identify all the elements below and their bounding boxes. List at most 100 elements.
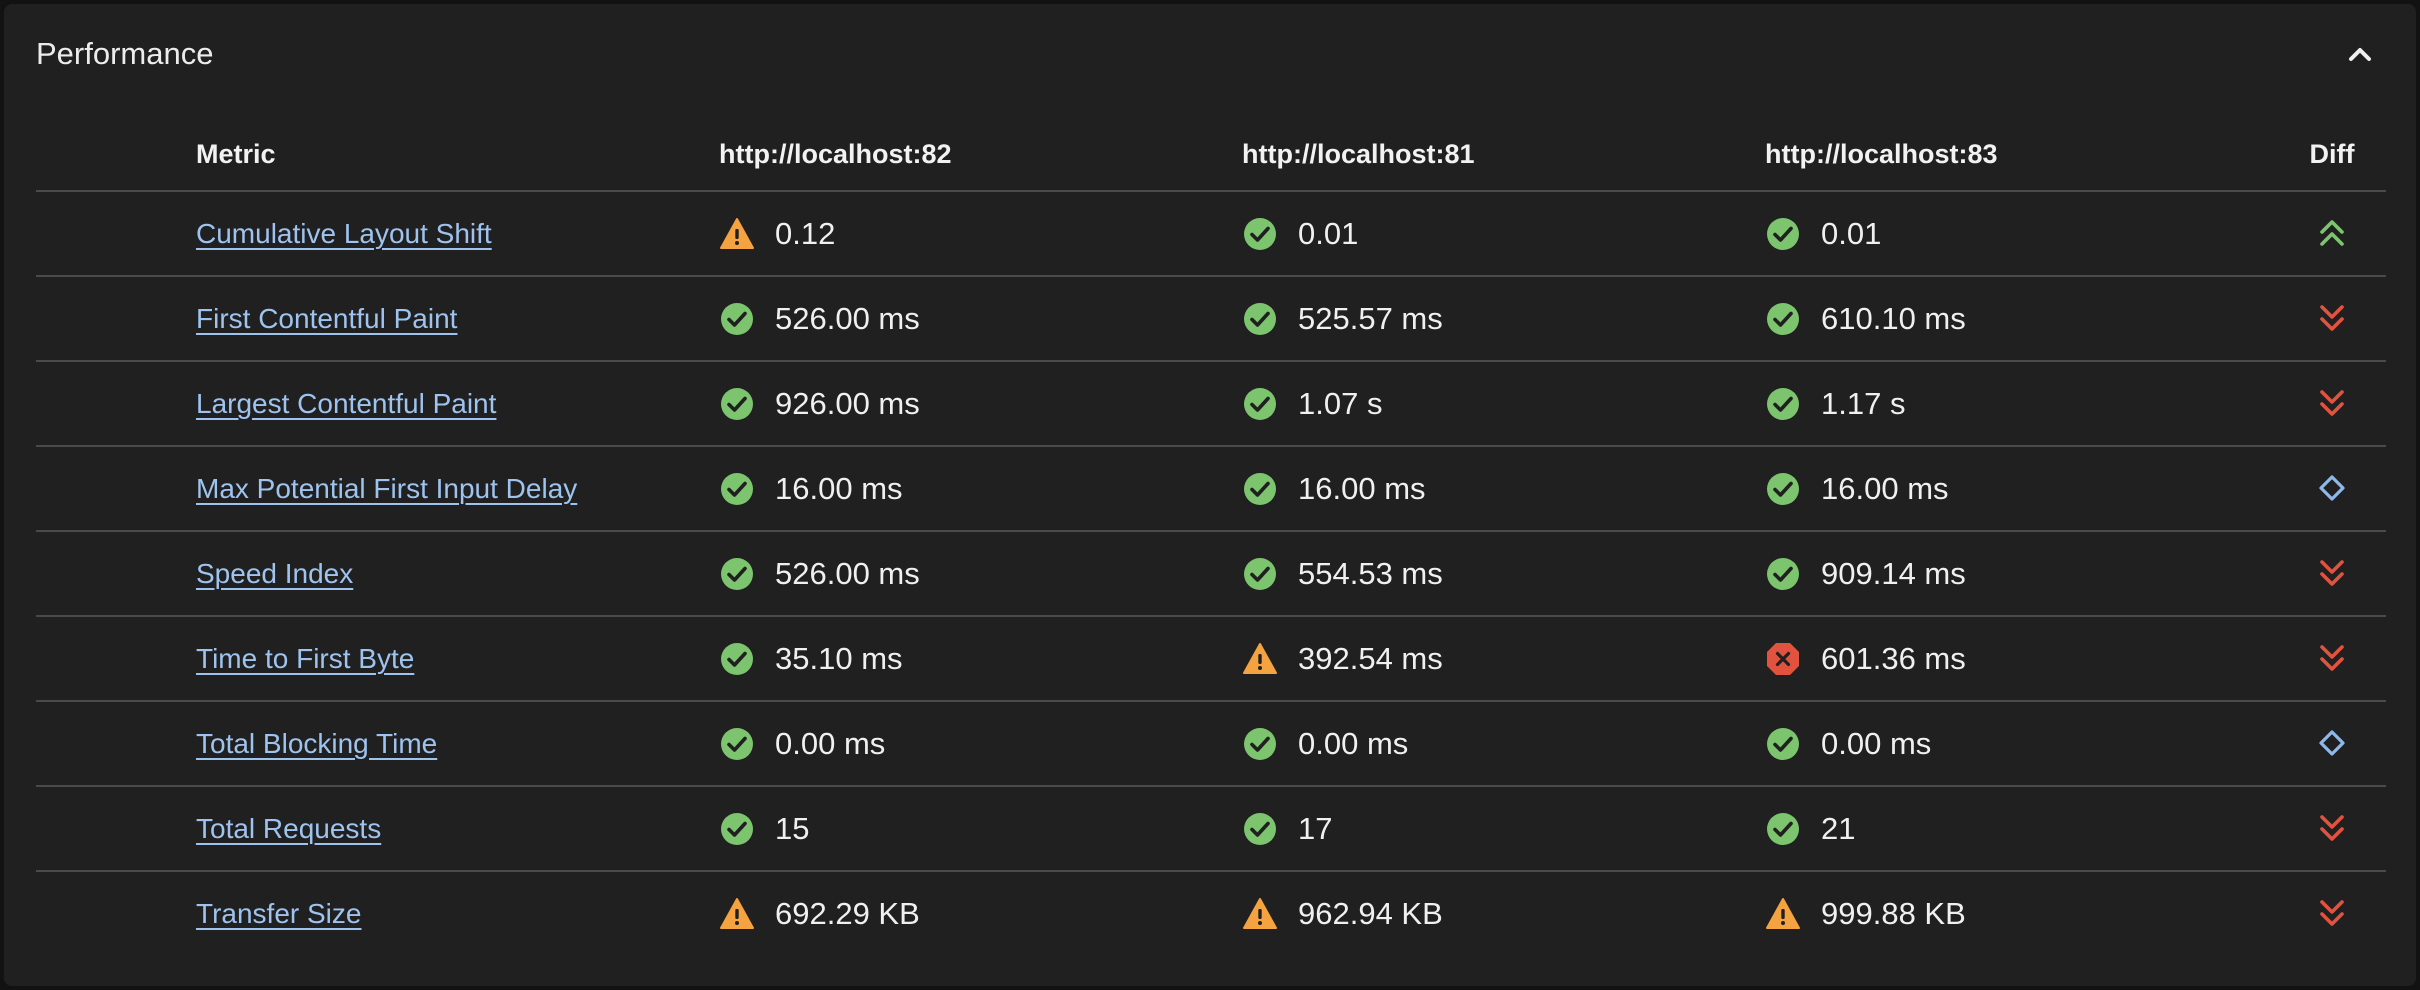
metric-value-cell: 601.36 ms — [1765, 617, 1966, 700]
check-circle-icon — [1242, 216, 1278, 252]
check-circle-icon — [719, 471, 755, 507]
metric-link[interactable]: Total Blocking Time — [196, 728, 437, 760]
header-localhost-82: http://localhost:82 — [719, 139, 952, 169]
metric-value: 999.88 KB — [1821, 895, 1966, 931]
check-circle-icon — [1242, 471, 1278, 507]
metric-value: 601.36 ms — [1821, 640, 1966, 676]
warning-triangle-icon — [719, 216, 755, 252]
metric-value: 21 — [1821, 810, 1856, 846]
table-row: Max Potential First Input Delay 16.00 ms… — [36, 447, 2386, 532]
table-row: Total Blocking Time 0.00 ms 0.00 ms 0.00… — [36, 702, 2386, 787]
metric-value-cell: 0.00 ms — [719, 702, 885, 785]
metric-value: 962.94 KB — [1298, 895, 1443, 931]
panel-title: Performance — [36, 36, 214, 71]
diff-cell — [2292, 787, 2372, 870]
table-body: Cumulative Layout Shift 0.12 0.01 0.01 F… — [36, 192, 2386, 957]
warning-triangle-icon — [1765, 896, 1801, 932]
check-circle-icon — [1242, 726, 1278, 762]
performance-panel: Performance Metric http://localhost:82 h… — [4, 4, 2416, 986]
metric-value: 692.29 KB — [775, 895, 920, 931]
metric-value: 17 — [1298, 810, 1333, 846]
metric-link[interactable]: Cumulative Layout Shift — [196, 218, 492, 250]
metric-value: 926.00 ms — [775, 385, 920, 421]
metric-value: 0.00 ms — [775, 725, 886, 761]
table-row: Transfer Size 692.29 KB 962.94 KB 999.88… — [36, 872, 2386, 957]
double-chevron-down-icon — [2314, 811, 2350, 847]
double-chevron-down-icon — [2314, 556, 2350, 592]
metric-value-cell: 0.01 — [1242, 192, 1358, 275]
table-row: First Contentful Paint 526.00 ms 525.57 … — [36, 277, 2386, 362]
metric-value-cell: 999.88 KB — [1765, 872, 1966, 955]
table-row: Cumulative Layout Shift 0.12 0.01 0.01 — [36, 192, 2386, 277]
diff-cell — [2292, 362, 2372, 445]
chevron-up-icon[interactable] — [2340, 34, 2380, 74]
check-circle-icon — [1765, 471, 1801, 507]
check-circle-icon — [719, 556, 755, 592]
error-octagon-icon — [1765, 641, 1801, 677]
metric-value: 35.10 ms — [775, 640, 903, 676]
metric-value: 0.12 — [775, 215, 836, 251]
metric-link[interactable]: Max Potential First Input Delay — [196, 473, 577, 505]
metric-value: 0.01 — [1298, 215, 1359, 251]
diamond-icon — [2314, 471, 2350, 507]
metric-value: 1.17 s — [1821, 385, 1906, 421]
metrics-table: Metric http://localhost:82 http://localh… — [36, 114, 2386, 957]
metric-value: 16.00 ms — [1298, 470, 1426, 506]
diff-cell — [2292, 617, 2372, 700]
table-row: Largest Contentful Paint 926.00 ms 1.07 … — [36, 362, 2386, 447]
metric-link[interactable]: Largest Contentful Paint — [196, 388, 496, 420]
double-chevron-down-icon — [2314, 301, 2350, 337]
warning-triangle-icon — [719, 896, 755, 932]
metric-value-cell: 526.00 ms — [719, 532, 920, 615]
table-row: Speed Index 526.00 ms 554.53 ms 909.14 m… — [36, 532, 2386, 617]
metric-value-cell: 909.14 ms — [1765, 532, 1966, 615]
check-circle-icon — [1242, 386, 1278, 422]
metric-value-cell: 962.94 KB — [1242, 872, 1443, 955]
check-circle-icon — [719, 301, 755, 337]
metric-link[interactable]: Total Requests — [196, 813, 381, 845]
header-metric: Metric — [196, 139, 276, 169]
check-circle-icon — [719, 386, 755, 422]
table-row: Time to First Byte 35.10 ms 392.54 ms 60… — [36, 617, 2386, 702]
header-diff: Diff — [2309, 139, 2355, 169]
table-row: Total Requests 15 17 21 — [36, 787, 2386, 872]
diamond-icon — [2314, 726, 2350, 762]
check-circle-icon — [1765, 216, 1801, 252]
metric-value: 554.53 ms — [1298, 555, 1443, 591]
metric-link[interactable]: Time to First Byte — [196, 643, 414, 675]
metric-value-cell: 0.00 ms — [1765, 702, 1931, 785]
check-circle-icon — [719, 641, 755, 677]
diff-cell — [2292, 702, 2372, 785]
metric-link[interactable]: Speed Index — [196, 558, 353, 590]
diff-cell — [2292, 532, 2372, 615]
panel-header[interactable]: Performance — [4, 4, 2416, 100]
check-circle-icon — [1242, 556, 1278, 592]
metric-value: 610.10 ms — [1821, 300, 1966, 336]
header-localhost-81: http://localhost:81 — [1242, 139, 1475, 169]
check-circle-icon — [1242, 811, 1278, 847]
metric-value: 15 — [775, 810, 810, 846]
check-circle-icon — [1765, 726, 1801, 762]
metric-value-cell: 1.07 s — [1242, 362, 1382, 445]
table-header: Metric http://localhost:82 http://localh… — [36, 114, 2386, 192]
metric-value: 16.00 ms — [1821, 470, 1949, 506]
metric-value: 1.07 s — [1298, 385, 1383, 421]
check-circle-icon — [1765, 386, 1801, 422]
double-chevron-down-icon — [2314, 386, 2350, 422]
check-circle-icon — [719, 811, 755, 847]
metric-link[interactable]: Transfer Size — [196, 898, 361, 930]
metric-value-cell: 392.54 ms — [1242, 617, 1443, 700]
metric-value-cell: 692.29 KB — [719, 872, 920, 955]
check-circle-icon — [1242, 301, 1278, 337]
check-circle-icon — [1765, 301, 1801, 337]
check-circle-icon — [719, 726, 755, 762]
metric-value: 526.00 ms — [775, 300, 920, 336]
metric-value: 16.00 ms — [775, 470, 903, 506]
metric-link[interactable]: First Contentful Paint — [196, 303, 457, 335]
metric-value-cell: 926.00 ms — [719, 362, 920, 445]
metric-value: 0.00 ms — [1298, 725, 1409, 761]
metric-value-cell: 554.53 ms — [1242, 532, 1443, 615]
diff-cell — [2292, 447, 2372, 530]
double-chevron-down-icon — [2314, 896, 2350, 932]
metric-value: 909.14 ms — [1821, 555, 1966, 591]
